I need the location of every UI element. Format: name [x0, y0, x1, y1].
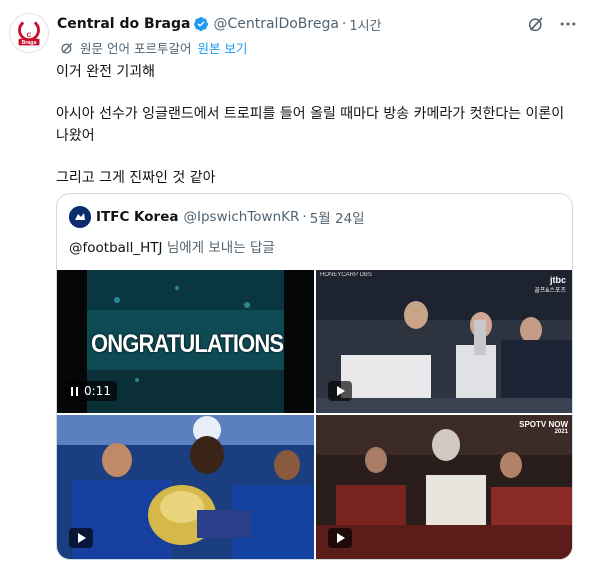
tweet-text: 이거 완전 기괴해 아시아 선수가 잉글랜드에서 트로피를 들어 올릴 때마다 …: [56, 61, 576, 189]
video-tile-1[interactable]: ONGRATULATIONS 0:11: [57, 270, 314, 413]
quoted-tweet[interactable]: ITFC Korea @IpswichTownKR · 5월 24일 @foot…: [56, 193, 573, 560]
braga-logo: C Braga: [10, 14, 48, 52]
broadcast-watermark: HONEYCARP DBS: [320, 272, 372, 278]
tweet-line: 이거 완전 기괴해: [56, 64, 156, 80]
separator-dot: ·: [341, 16, 347, 32]
ipswich-crest-icon: [69, 206, 91, 228]
quoted-author-name: ITFC Korea: [96, 209, 179, 225]
video-duration: 0:11: [84, 384, 111, 398]
quoted-header: ITFC Korea @IpswichTownKR · 5월 24일: [69, 206, 365, 228]
author-name[interactable]: Central do Braga: [57, 16, 190, 32]
video-tile-4[interactable]: SPOTV NOW 2021: [316, 415, 572, 559]
post-time[interactable]: 1시간: [349, 15, 381, 34]
jtbc-logo: jtbc 골프&스포츠: [534, 275, 566, 294]
more-dots-icon: [560, 22, 576, 26]
translated-from-label: 원문 언어 포르투갈어: [80, 41, 192, 56]
quoted-time: 5월 24일: [309, 211, 365, 227]
tweet-line: 그리고 그게 진짜인 것 같아: [56, 170, 216, 186]
video-duration-badge: 0:11: [65, 381, 117, 401]
reply-suffix: 님에게 보내는 답글: [162, 240, 275, 256]
play-icon[interactable]: [328, 528, 352, 548]
video-thumbnail: [316, 415, 572, 559]
author-handle[interactable]: @CentralDoBrega: [213, 16, 338, 32]
author-avatar[interactable]: C Braga: [9, 13, 49, 53]
translation-note: 원문 언어 포르투갈어 원본 보기: [60, 38, 247, 57]
tweet-header: Central do Braga @CentralDoBrega · 1시간: [57, 13, 382, 35]
reply-to-line: @football_HTJ 님에게 보내는 답글: [69, 236, 275, 256]
avatar-logo-text: Braga: [22, 40, 37, 46]
quoted-author-avatar: [69, 206, 91, 228]
media-grid: ONGRATULATIONS 0:11 HONEYCARP DBS jtbc 골…: [57, 270, 572, 559]
grok-small-icon: [61, 42, 73, 54]
congratulations-overlay-text: ONGRATULATIONS: [91, 330, 284, 358]
reply-mention[interactable]: @football_HTJ: [69, 240, 163, 256]
video-thumbnail: [57, 415, 314, 559]
play-icon[interactable]: [328, 381, 352, 401]
video-tile-2[interactable]: HONEYCARP DBS jtbc 골프&스포츠: [316, 270, 572, 413]
more-options-icon[interactable]: [556, 12, 580, 36]
grok-icon[interactable]: [524, 12, 548, 36]
quoted-author-handle: @IpswichTownKR: [183, 209, 300, 225]
spotv-logo: SPOTV NOW 2021: [519, 420, 568, 435]
tweet-line: 아시아 선수가 잉글랜드에서 트로피를 들어 올릴 때마다 방송 카메라가 컷한…: [56, 106, 565, 144]
separator-dot: ·: [302, 209, 307, 225]
verified-badge-icon: [194, 17, 209, 31]
show-original-link[interactable]: 원본 보기: [197, 38, 247, 57]
svg-text:C: C: [27, 32, 32, 39]
pause-icon: [71, 386, 78, 396]
tweet: C Braga Central do Braga @CentralDoBrega…: [0, 0, 590, 568]
video-tile-3[interactable]: [57, 415, 314, 559]
play-icon[interactable]: [69, 528, 93, 548]
grok-glyph-icon: [528, 17, 543, 32]
header-actions: [524, 12, 580, 36]
